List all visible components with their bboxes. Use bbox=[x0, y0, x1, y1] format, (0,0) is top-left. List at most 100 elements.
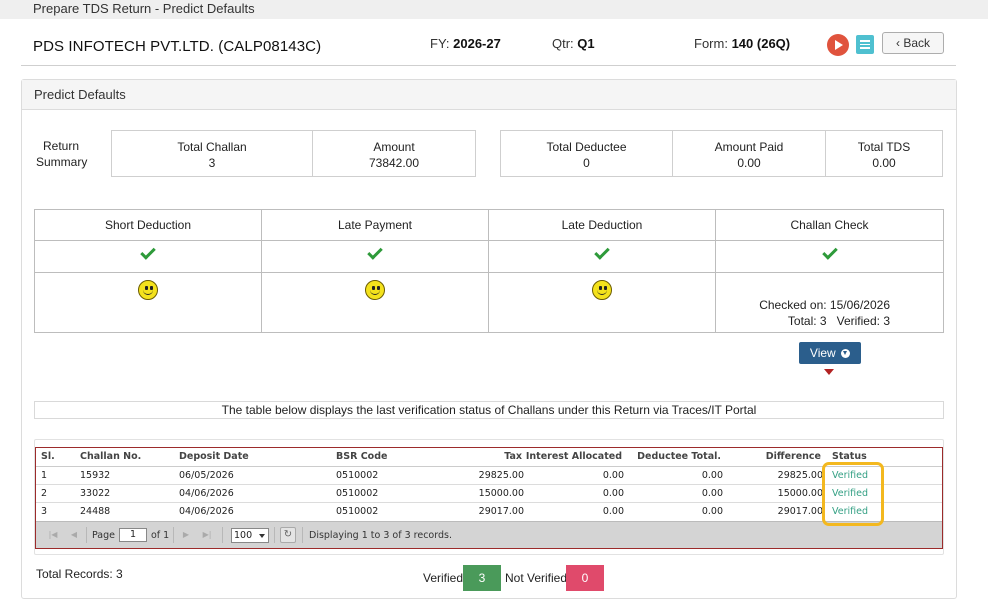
form-label: Form: bbox=[694, 36, 728, 51]
amount-label: Amount bbox=[373, 140, 415, 154]
cell-deductee-total: 0.00 bbox=[701, 488, 723, 499]
challan-total-text: Total: 3 bbox=[787, 314, 827, 328]
page-number-input[interactable]: 1 bbox=[119, 528, 147, 542]
cell-challan-no: 24488 bbox=[80, 506, 111, 517]
play-button[interactable] bbox=[827, 34, 849, 56]
page-size-select[interactable]: 100 bbox=[231, 528, 269, 543]
cell-interest: 0.00 bbox=[602, 470, 624, 481]
caret-down-icon bbox=[824, 369, 834, 375]
last-page-icon[interactable]: ▶| bbox=[202, 530, 212, 539]
cell-bsr-code: 0510002 bbox=[336, 470, 379, 481]
header-late-deduction: Late Deduction bbox=[489, 210, 716, 240]
smiley-icon bbox=[592, 280, 612, 300]
smiley-icon bbox=[365, 280, 385, 300]
col-deductee-total[interactable]: Deductee Total. bbox=[637, 448, 721, 466]
col-challan-no[interactable]: Challan No. bbox=[80, 448, 141, 466]
total-tds-cell: Total TDS 0.00 bbox=[826, 131, 942, 176]
play-icon bbox=[835, 40, 843, 50]
deductee-summary-box: Total Deductee 0 Amount Paid 0.00 Total … bbox=[500, 130, 943, 177]
cell-deductee-total: 0.00 bbox=[701, 470, 723, 481]
cell-difference: 29017.00 bbox=[777, 506, 823, 517]
cell-challan-no: 33022 bbox=[80, 488, 111, 499]
col-sl[interactable]: Sl. bbox=[41, 448, 55, 466]
qtr-value: Q1 bbox=[577, 36, 595, 51]
amount-value: 73842.00 bbox=[368, 156, 420, 170]
company-name: PDS INFOTECH PVT.LTD. (CALP08143C) bbox=[33, 38, 322, 55]
cell-bsr-code: 0510002 bbox=[336, 506, 379, 517]
col-deposit-date[interactable]: Deposit Date bbox=[179, 448, 249, 466]
page-size-value: 100 bbox=[234, 530, 253, 541]
check-icon bbox=[367, 244, 383, 260]
cell-difference: 15000.00 bbox=[777, 488, 823, 499]
document-button[interactable] bbox=[856, 35, 874, 54]
cell-deductee-total: 0.00 bbox=[701, 506, 723, 517]
total-deductee-cell: Total Deductee 0 bbox=[501, 131, 673, 176]
grid-pager: |◀ ◀ Page 1 of 1 ▶ ▶| 100 ↻ Displaying 1… bbox=[36, 521, 942, 548]
arrow-down-circle-icon bbox=[841, 349, 851, 358]
chevron-left-icon: ‹ bbox=[895, 36, 900, 50]
col-tax[interactable]: Tax bbox=[504, 448, 522, 466]
verified-label: Verified bbox=[423, 571, 464, 585]
col-bsr-code[interactable]: BSR Code bbox=[336, 448, 387, 466]
challan-grid: Sl. Challan No. Deposit Date BSR Code Ta… bbox=[35, 447, 943, 549]
form-value: 140 (26Q) bbox=[731, 36, 791, 51]
qtr-label: Qtr: bbox=[552, 36, 574, 51]
checks-header-row: Short Deduction Late Payment Late Deduct… bbox=[35, 210, 943, 241]
qtr-field: Qtr: Q1 bbox=[552, 36, 595, 51]
cell-deposit-date: 04/06/2026 bbox=[179, 506, 234, 517]
cell-interest: 0.00 bbox=[602, 488, 624, 499]
view-button-label: View bbox=[809, 346, 836, 360]
cell-sl: 1 bbox=[41, 470, 48, 481]
panel-title: Predict Defaults bbox=[22, 80, 956, 110]
next-page-icon[interactable]: ▶ bbox=[181, 530, 191, 539]
window-title: Prepare TDS Return - Predict Defaults bbox=[0, 0, 988, 19]
fy-field: FY: 2026-27 bbox=[430, 36, 501, 51]
fy-value: 2026-27 bbox=[453, 36, 501, 51]
cell-sl: 3 bbox=[41, 506, 48, 517]
header-short-deduction: Short Deduction bbox=[35, 210, 262, 240]
prev-page-icon[interactable]: ◀ bbox=[69, 530, 79, 539]
fy-label: FY: bbox=[430, 36, 450, 51]
cell-interest: 0.00 bbox=[602, 506, 624, 517]
cell-tax: 15000.00 bbox=[478, 488, 524, 499]
not-verified-count-badge[interactable]: 0 bbox=[566, 565, 604, 591]
cell-sl: 2 bbox=[41, 488, 48, 499]
refresh-icon[interactable]: ↻ bbox=[280, 527, 296, 543]
table-row[interactable]: 2 33022 04/06/2026 0510002 15000.00 0.00… bbox=[36, 485, 942, 503]
cell-deposit-date: 06/05/2026 bbox=[179, 470, 234, 481]
view-button[interactable]: View bbox=[799, 342, 861, 364]
verified-count-badge[interactable]: 3 bbox=[463, 565, 501, 591]
grid-header: Sl. Challan No. Deposit Date BSR Code Ta… bbox=[36, 448, 942, 467]
total-deductee-value: 0 bbox=[583, 156, 590, 170]
amount-paid-value: 0.00 bbox=[737, 156, 761, 170]
total-challan-cell: Total Challan 3 bbox=[112, 131, 313, 176]
total-challan-label: Total Challan bbox=[177, 140, 247, 154]
check-icon bbox=[594, 244, 610, 260]
challan-verified-text: Verified: 3 bbox=[836, 314, 890, 328]
cell-challan-no: 15932 bbox=[80, 470, 111, 481]
chevron-down-icon bbox=[259, 534, 265, 538]
col-difference[interactable]: Difference bbox=[766, 448, 821, 466]
page-of-label: of 1 bbox=[151, 530, 170, 541]
checks-result-row: Checked on: 15/06/2026 Total: 3 Verified… bbox=[35, 273, 943, 332]
total-challan-value: 3 bbox=[208, 156, 216, 170]
default-checks-table: Short Deduction Late Payment Late Deduct… bbox=[34, 209, 944, 333]
amount-paid-cell: Amount Paid 0.00 bbox=[673, 131, 826, 176]
total-tds-value: 0.00 bbox=[872, 156, 896, 170]
challan-check-details: Checked on: 15/06/2026 Total: 3 Verified… bbox=[716, 273, 943, 332]
cell-tax: 29017.00 bbox=[478, 506, 524, 517]
not-verified-label: Not Verified bbox=[505, 571, 568, 585]
col-interest-allocated[interactable]: Interest Allocated bbox=[526, 448, 622, 466]
back-button[interactable]: ‹ Back bbox=[882, 32, 944, 54]
first-page-icon[interactable]: |◀ bbox=[48, 530, 58, 539]
challan-summary-box: Total Challan 3 Amount 73842.00 bbox=[111, 130, 476, 177]
back-button-label: Back bbox=[903, 36, 931, 50]
header-divider bbox=[21, 65, 956, 66]
form-field: Form: 140 (26Q) bbox=[694, 36, 790, 51]
table-row[interactable]: 3 24488 04/06/2026 0510002 29017.00 0.00… bbox=[36, 503, 942, 521]
display-status-text: Displaying 1 to 3 of 3 records. bbox=[309, 530, 452, 541]
cell-tax: 29825.00 bbox=[478, 470, 524, 481]
cell-deposit-date: 04/06/2026 bbox=[179, 488, 234, 499]
cell-bsr-code: 0510002 bbox=[336, 488, 379, 499]
table-row[interactable]: 1 15932 06/05/2026 0510002 29825.00 0.00… bbox=[36, 467, 942, 485]
